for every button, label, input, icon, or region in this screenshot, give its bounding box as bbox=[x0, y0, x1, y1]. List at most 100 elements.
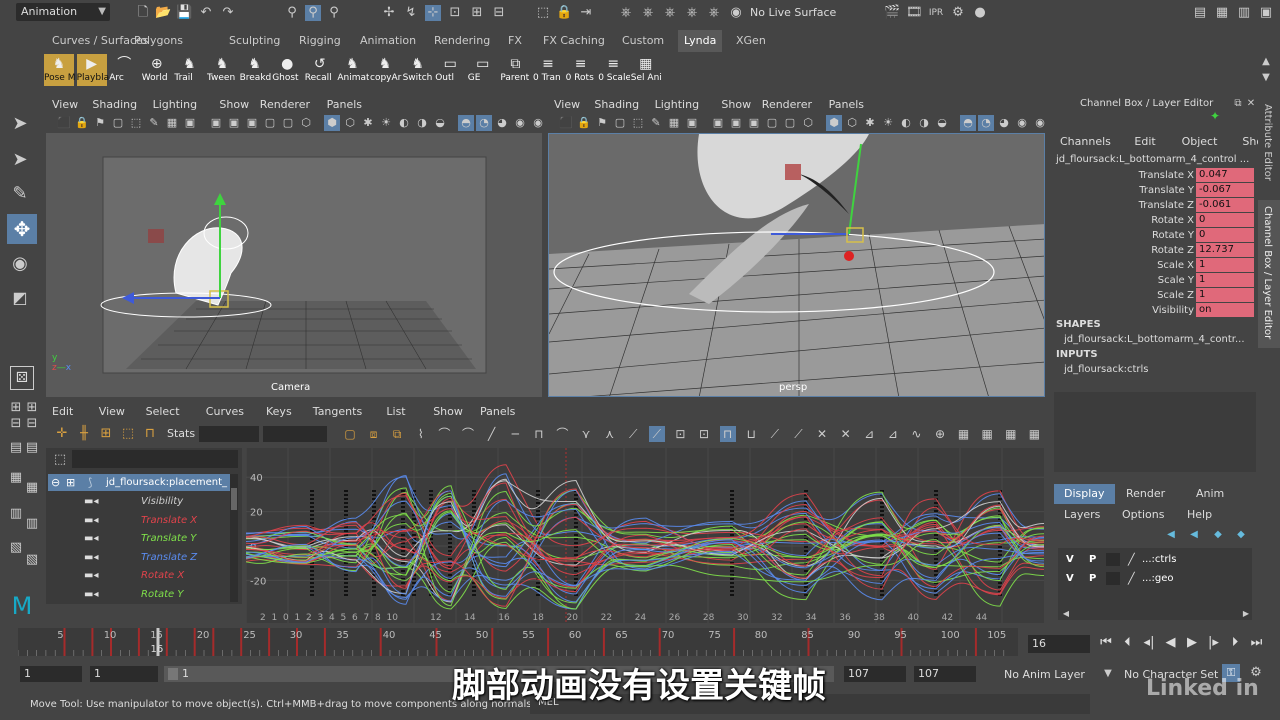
graph-layout-icon[interactable]: ▤ bbox=[24, 440, 40, 456]
graph-value-snap-icon[interactable]: ⊿ bbox=[885, 426, 901, 442]
viewport-left-textured-icon[interactable]: ✱ bbox=[360, 115, 376, 131]
outliner-channel-translate-x[interactable]: ▬◂ Translate X bbox=[48, 512, 233, 530]
construction-history-icon[interactable]: ⬚ bbox=[535, 5, 551, 21]
layer-row-geo[interactable]: VPR╱...:geo bbox=[1060, 570, 1250, 587]
menu-set-dropdown[interactable]: Animation ▼ bbox=[16, 3, 110, 21]
channel-box-attr-rotate-z[interactable]: Rotate Z 12.737 bbox=[1056, 243, 1256, 258]
graph-show-normalized-icon[interactable]: ⊕ bbox=[932, 426, 948, 442]
graph-time-snap-icon[interactable]: ⊿ bbox=[861, 426, 877, 442]
graph-region-tool-icon[interactable]: ⬚ bbox=[120, 426, 136, 442]
anim-layer-dropdown[interactable]: No Anim Layer bbox=[1004, 668, 1085, 682]
stats-field-1[interactable] bbox=[199, 426, 259, 442]
viewport-right-anti-alias-icon[interactable]: ◓ bbox=[960, 115, 976, 131]
shelf-tab-polygons[interactable]: Polygons bbox=[128, 30, 189, 52]
layer-row-ctrls[interactable]: V P ╱ ...:ctrls bbox=[1060, 551, 1250, 568]
channel-box-menu-channels[interactable]: Channels bbox=[1060, 134, 1111, 149]
graph-plateau-tangent-icon[interactable]: ⌒ bbox=[554, 426, 570, 442]
viewport-right-default-material-icon[interactable]: ⬡ bbox=[844, 115, 860, 131]
viewport-left-film-gate-icon[interactable]: ▣ bbox=[182, 115, 198, 131]
outliner-channel-translate-z[interactable]: ▬◂ Translate Z bbox=[48, 549, 233, 567]
attribute-editor-toggle-icon[interactable]: ▣ bbox=[1258, 5, 1274, 21]
shelf-tab-animation[interactable]: Animation bbox=[354, 30, 422, 52]
graph-move-key-icon[interactable]: ✛ bbox=[54, 426, 70, 442]
layer-p-toggle[interactable]: P bbox=[1089, 551, 1096, 568]
shelf-button-arc[interactable]: ⌒ Arc bbox=[109, 54, 139, 86]
viewport-right-menu-panels[interactable]: Panels bbox=[829, 96, 864, 114]
viewport-right-lock-camera-icon[interactable]: 🔒 bbox=[576, 115, 592, 131]
hypershade-icon[interactable]: ● bbox=[972, 5, 988, 21]
step-back-frame-icon[interactable]: ◂| bbox=[1141, 635, 1157, 651]
anim-layer-chevron-icon[interactable]: ▼ bbox=[1100, 666, 1116, 682]
anim-start-field[interactable]: 1 bbox=[20, 666, 82, 682]
scale-tool-icon[interactable]: ◩ bbox=[12, 290, 28, 306]
new-layer-selected-icon[interactable]: ◆ bbox=[1233, 527, 1249, 543]
attr-value[interactable]: 12.737 bbox=[1196, 243, 1254, 257]
graph-post-infinity-icon[interactable]: ⟋ bbox=[790, 426, 806, 442]
select-object-icon[interactable]: ⚲ bbox=[305, 5, 321, 21]
shelf-tab-sculpting[interactable]: Sculpting bbox=[223, 30, 286, 52]
graph-frame-playback-icon[interactable]: ⧈ bbox=[366, 426, 382, 442]
save-scene-icon[interactable]: 💾 bbox=[176, 5, 192, 21]
viewport-left-shadows-icon[interactable]: ◐ bbox=[396, 115, 412, 131]
step-forward-frame-icon[interactable]: |▸ bbox=[1206, 635, 1222, 651]
shelf-tab-fx-caching[interactable]: FX Caching bbox=[537, 30, 611, 52]
viewport-right-xray-icon[interactable]: ◉ bbox=[1014, 115, 1030, 131]
layer-menu-options[interactable]: Options bbox=[1122, 507, 1164, 522]
graph-menu-list[interactable]: List bbox=[386, 403, 405, 421]
viewport-right-grease-pencil-icon[interactable]: ✎ bbox=[648, 115, 664, 131]
layer-scroll-right-icon[interactable]: ▶ bbox=[1238, 606, 1254, 622]
viewport-left-ambient-occlusion-icon[interactable]: ◑ bbox=[414, 115, 430, 131]
shelf-button-switch[interactable]: ♞ Switch bbox=[403, 54, 433, 86]
channel-box-attr-visibility[interactable]: Visibility on bbox=[1056, 303, 1256, 318]
shelf-button-0-scale[interactable]: ≡ 0 Scale bbox=[598, 54, 630, 86]
open-scene-icon[interactable]: 📂 bbox=[155, 5, 171, 21]
uv-layout-icon[interactable]: ▧ bbox=[8, 540, 24, 556]
channel-box-tool-icon[interactable]: ✦ bbox=[1207, 108, 1223, 124]
viewport-right-field-chart-icon[interactable]: ▣ bbox=[746, 115, 762, 131]
graph-area[interactable]: 40 20 0 -20 2 1 0 1 2 3 4 5 6 7 8 10 12 14 16 18 20 22 24 26 28 3… bbox=[246, 448, 1044, 623]
stats-field-2[interactable] bbox=[263, 426, 327, 442]
snap-surface-icon[interactable]: ⊞ bbox=[469, 5, 485, 21]
viewport-right-isolate-select-icon[interactable]: ◕ bbox=[996, 115, 1012, 131]
layer-p-toggle[interactable]: P bbox=[1089, 570, 1096, 587]
graph-open-trax-icon[interactable]: ▦ bbox=[1003, 426, 1019, 442]
select-hierarchy-icon[interactable]: ⚲ bbox=[284, 5, 300, 21]
shelf-button-ge[interactable]: ▭ GE bbox=[468, 54, 498, 86]
play-backward-icon[interactable]: ◀ bbox=[1163, 635, 1179, 651]
viewport-right-safe-action-icon[interactable]: ▢ bbox=[764, 115, 780, 131]
viewport-left-anti-alias-icon[interactable]: ◓ bbox=[458, 115, 474, 131]
outliner-channel-rotate-y[interactable]: ▬◂ Rotate Y bbox=[48, 586, 233, 604]
shelf-button-sel-ani[interactable]: ▦ Sel Ani bbox=[631, 54, 662, 86]
playback-start-field[interactable]: 1 bbox=[90, 666, 158, 682]
shelf-button-pose-m[interactable]: ♞ Pose M bbox=[44, 54, 75, 86]
expand-all-icon[interactable]: ⊞ bbox=[66, 474, 75, 491]
shelf-button-parent[interactable]: ⧉ Parent bbox=[500, 54, 530, 86]
move-layer-down-icon[interactable]: ◀ bbox=[1186, 527, 1202, 543]
channel-box-menu-object[interactable]: Object bbox=[1182, 134, 1218, 149]
graph-flat-tangent-icon[interactable]: ─ bbox=[507, 426, 523, 442]
graph-open-dope-sheet-icon[interactable]: ▦ bbox=[979, 426, 995, 442]
single-perspective-layout-icon[interactable]: ⚄ bbox=[10, 366, 34, 390]
channel-box-side-tab[interactable]: Channel Box / Layer Editor bbox=[1258, 200, 1280, 348]
graph-auto-tangent-icon[interactable]: ⌇ bbox=[413, 426, 429, 442]
shelf-scroll-up-icon[interactable]: ▲ bbox=[1258, 54, 1274, 70]
graph-unify-tangents-icon[interactable]: ⋏ bbox=[602, 426, 618, 442]
viewport-left-motion-blur-icon[interactable]: ◒ bbox=[432, 115, 448, 131]
channel-box-attr-scale-y[interactable]: Scale Y1 bbox=[1056, 273, 1256, 288]
viewport-right-use-lights-icon[interactable]: ☀ bbox=[880, 115, 896, 131]
output-icon[interactable]: ⎈ bbox=[618, 5, 634, 21]
graph-center-current-icon[interactable]: ⧉ bbox=[389, 426, 405, 442]
attr-value[interactable]: -0.061 bbox=[1196, 198, 1254, 212]
snap-view-icon[interactable]: ⊡ bbox=[447, 5, 463, 21]
viewport-right-menu-lighting[interactable]: Lighting bbox=[655, 96, 699, 114]
graph-isolate-curve-icon[interactable]: ✕ bbox=[814, 426, 830, 442]
channel-box-object-name[interactable]: jd_floursack:L_bottomarm_4_control ... bbox=[1056, 153, 1249, 167]
viewport-left-2d-pan-icon[interactable]: ⬚ bbox=[128, 115, 144, 131]
graph-clamped-tangent-icon[interactable]: ⌒ bbox=[460, 426, 476, 442]
graph-linear-tangent-icon[interactable]: ╱ bbox=[484, 426, 500, 442]
outliner-root-row[interactable]: ⊖ ⊞ ⟆ jd_floursack:placement_ bbox=[48, 474, 230, 491]
viewport-right-2d-pan-icon[interactable]: ⬚ bbox=[630, 115, 646, 131]
shelf-tab-rendering[interactable]: Rendering bbox=[428, 30, 496, 52]
current-frame-field[interactable]: 16 bbox=[1028, 635, 1090, 653]
attr-value[interactable]: -0.067 bbox=[1196, 183, 1254, 197]
